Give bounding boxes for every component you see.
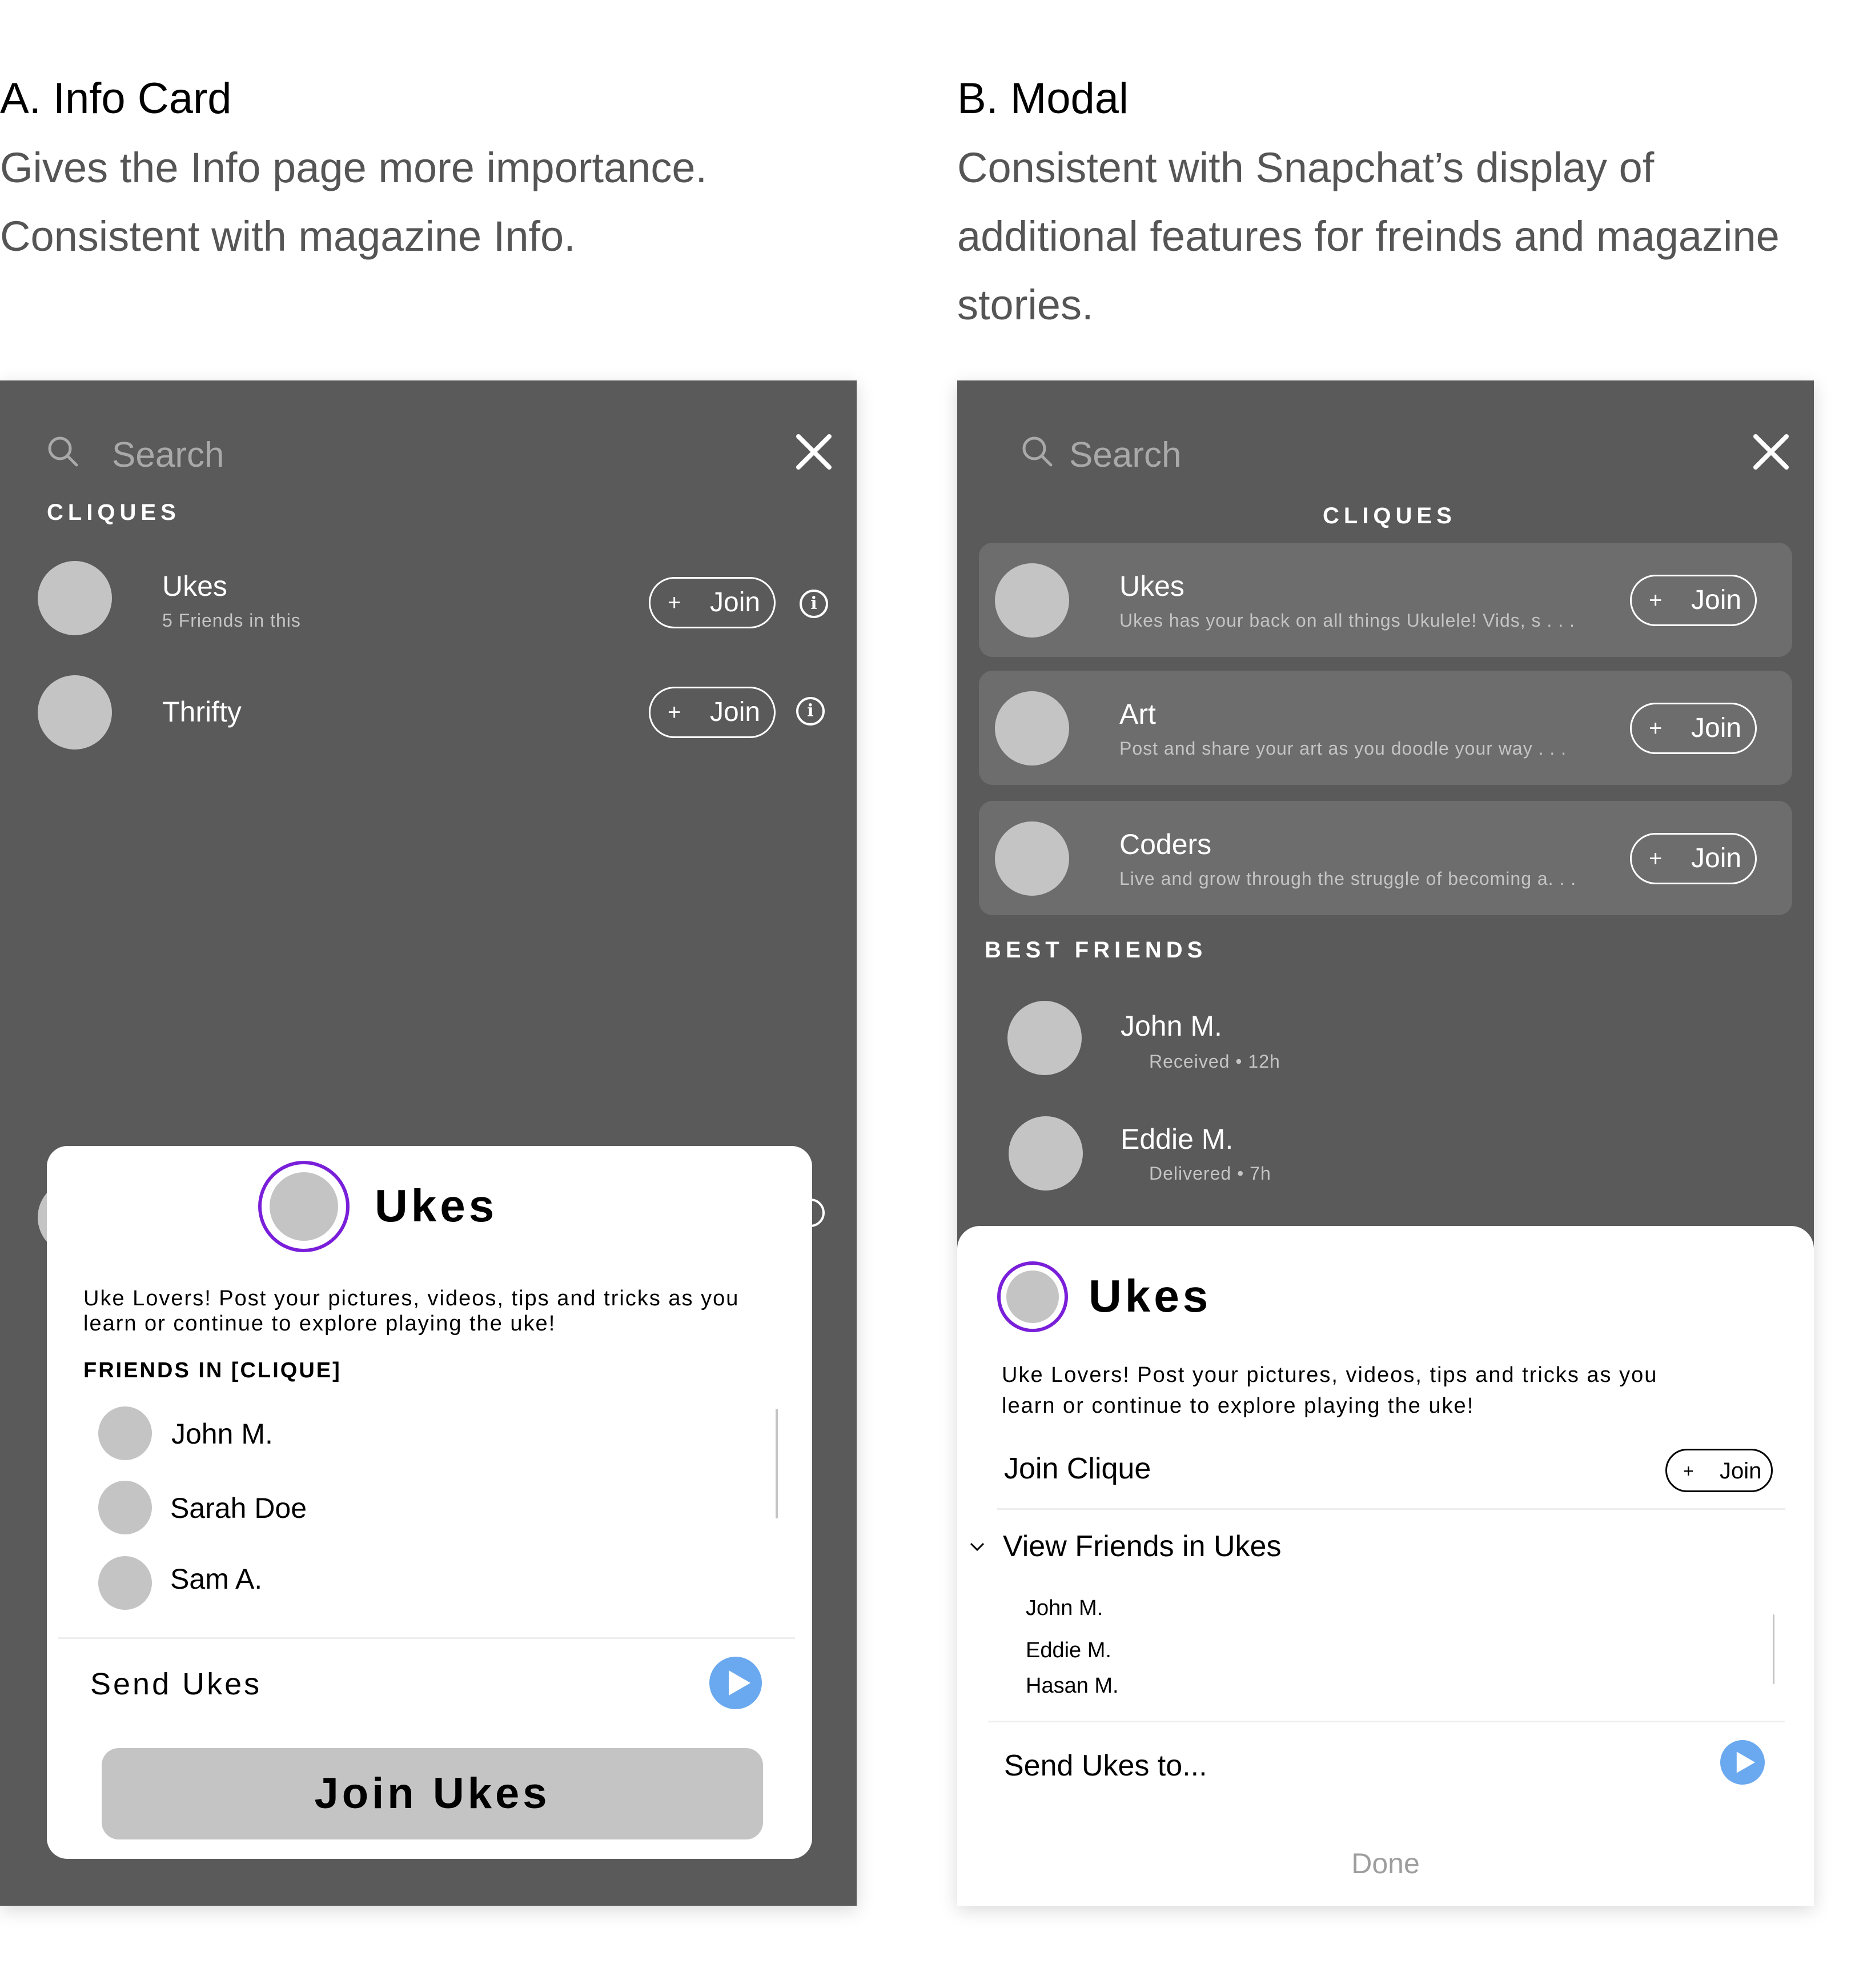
plus-icon: + bbox=[1649, 716, 1663, 741]
friend-status: Delivered • 7h bbox=[1149, 1163, 1271, 1184]
plus-icon: + bbox=[668, 700, 681, 725]
close-icon[interactable] bbox=[794, 432, 834, 472]
clique-desc: Post and share your art as you doodle yo… bbox=[1119, 738, 1567, 759]
join-button[interactable]: + Join bbox=[1630, 575, 1757, 626]
clique-card-art[interactable]: Art Post and share your art as you doodl… bbox=[979, 671, 1792, 785]
plus-icon: + bbox=[1649, 846, 1663, 871]
join-button[interactable]: + Join bbox=[1630, 833, 1757, 884]
avatar bbox=[1007, 1001, 1082, 1075]
join-label: Join bbox=[1691, 843, 1742, 873]
clique-name: Ukes bbox=[162, 570, 227, 602]
card-desc-line2: learn or continue to explore playing the… bbox=[83, 1312, 556, 1336]
plus-icon: + bbox=[668, 590, 681, 615]
card-title: Ukes bbox=[375, 1180, 498, 1231]
friends-heading: FRIENDS IN [CLIQUE] bbox=[83, 1358, 342, 1382]
clique-avatar bbox=[1006, 1270, 1059, 1323]
friend-name: Eddie M. bbox=[1026, 1638, 1111, 1662]
join-ukes-button[interactable]: Join Ukes bbox=[102, 1748, 763, 1839]
search-icon[interactable] bbox=[1020, 434, 1054, 468]
friend-name: Eddie M. bbox=[1121, 1123, 1234, 1155]
chevron-down-icon[interactable] bbox=[967, 1537, 987, 1556]
join-button[interactable]: + Join bbox=[1630, 703, 1757, 754]
clique-avatar bbox=[270, 1172, 338, 1241]
search-input[interactable]: Search bbox=[1069, 435, 1181, 475]
friends-scrollbar[interactable] bbox=[1773, 1614, 1774, 1684]
view-friends-toggle[interactable]: View Friends in Ukes bbox=[1003, 1529, 1281, 1564]
divider bbox=[988, 1721, 1785, 1722]
plus-icon: + bbox=[1649, 588, 1663, 613]
avatar bbox=[38, 561, 112, 635]
section-b-desc-line3: stories. bbox=[957, 281, 1094, 328]
friend-name: Sarah Doe bbox=[170, 1492, 307, 1524]
divider bbox=[58, 1637, 795, 1639]
search-input[interactable]: Search bbox=[112, 435, 224, 475]
section-b-desc-line2: additional features for freinds and maga… bbox=[957, 213, 1780, 260]
phone-b-screen: Search CLIQUES Ukes Ukes has your back o… bbox=[957, 380, 1814, 1906]
play-icon[interactable] bbox=[1720, 1740, 1765, 1785]
join-label: Join bbox=[1691, 713, 1742, 743]
clique-desc: Live and grow through the struggle of be… bbox=[1119, 868, 1577, 889]
friend-name: John M. bbox=[1026, 1596, 1103, 1620]
avatar bbox=[995, 691, 1069, 765]
search-icon[interactable] bbox=[46, 434, 80, 468]
join-button[interactable]: + Join bbox=[649, 687, 776, 738]
section-a-desc-line1: Gives the Info page more importance. bbox=[0, 144, 708, 191]
send-label: Send Ukes bbox=[90, 1667, 262, 1701]
clique-subtitle: 5 Friends in this bbox=[162, 610, 301, 631]
info-icon[interactable]: i bbox=[796, 697, 825, 726]
join-button[interactable]: + Join bbox=[1665, 1449, 1773, 1492]
clique-card-ukes[interactable]: Ukes Ukes has your back on all things Uk… bbox=[979, 543, 1792, 657]
modal-sheet: Ukes Uke Lovers! Post your pictures, vid… bbox=[957, 1226, 1814, 1906]
cliques-label: CLIQUES bbox=[47, 500, 180, 525]
play-icon[interactable] bbox=[709, 1657, 762, 1709]
close-icon[interactable] bbox=[1751, 432, 1791, 472]
info-icon[interactable]: i bbox=[800, 590, 828, 618]
clique-desc: Ukes has your back on all things Ukulele… bbox=[1119, 610, 1575, 631]
modal-desc-line2: learn or continue to explore playing the… bbox=[1002, 1394, 1475, 1418]
friend-status: Received • 12h bbox=[1149, 1051, 1280, 1072]
phone-a-screen: Search CLIQUES Ukes 5 Friends in this + … bbox=[0, 380, 857, 1906]
cliques-label: CLIQUES bbox=[1323, 503, 1456, 528]
clique-name: Ukes bbox=[1119, 570, 1185, 602]
plus-icon: + bbox=[1683, 1461, 1694, 1481]
modal-desc-line1: Uke Lovers! Post your pictures, videos, … bbox=[1002, 1363, 1658, 1387]
section-b-desc-line1: Consistent with Snapchat’s display of bbox=[957, 144, 1655, 191]
send-label: Send Ukes to... bbox=[1004, 1749, 1207, 1782]
clique-name: Thrifty bbox=[162, 696, 242, 728]
avatar bbox=[98, 1556, 152, 1610]
join-label: Join bbox=[710, 587, 761, 618]
friend-name: Sam A. bbox=[170, 1563, 263, 1595]
avatar bbox=[995, 821, 1069, 896]
friend-name: Hasan M. bbox=[1026, 1674, 1119, 1698]
avatar bbox=[1009, 1116, 1083, 1191]
clique-name: Art bbox=[1119, 698, 1156, 730]
section-b-heading: B. Modal bbox=[957, 74, 1129, 123]
info-card: Ukes Uke Lovers! Post your pictures, vid… bbox=[47, 1146, 812, 1859]
join-clique-label: Join Clique bbox=[1004, 1452, 1151, 1485]
card-desc-line1: Uke Lovers! Post your pictures, videos, … bbox=[83, 1286, 740, 1310]
clique-avatar-ring bbox=[258, 1161, 350, 1252]
join-button[interactable]: + Join bbox=[649, 577, 776, 628]
avatar bbox=[38, 675, 112, 749]
friend-name: John M. bbox=[1121, 1010, 1222, 1042]
join-label: Join bbox=[1691, 585, 1742, 615]
avatar bbox=[98, 1481, 152, 1534]
avatar bbox=[995, 563, 1069, 638]
done-button[interactable]: Done bbox=[1300, 1846, 1471, 1881]
join-label: Join bbox=[1720, 1458, 1762, 1484]
friends-scrollbar[interactable] bbox=[776, 1409, 778, 1518]
friend-name: John M. bbox=[171, 1418, 273, 1450]
clique-card-coders[interactable]: Coders Live and grow through the struggl… bbox=[979, 801, 1792, 915]
section-a-desc-line2: Consistent with magazine Info. bbox=[0, 213, 576, 260]
divider bbox=[997, 1508, 1785, 1510]
clique-name: Coders bbox=[1119, 828, 1212, 860]
clique-avatar-ring bbox=[997, 1261, 1068, 1332]
avatar bbox=[98, 1406, 152, 1460]
join-label: Join bbox=[710, 697, 761, 727]
best-friends-label: BEST FRIENDS bbox=[985, 937, 1207, 963]
section-a-heading: A. Info Card bbox=[0, 74, 232, 123]
modal-title: Ukes bbox=[1089, 1270, 1212, 1321]
